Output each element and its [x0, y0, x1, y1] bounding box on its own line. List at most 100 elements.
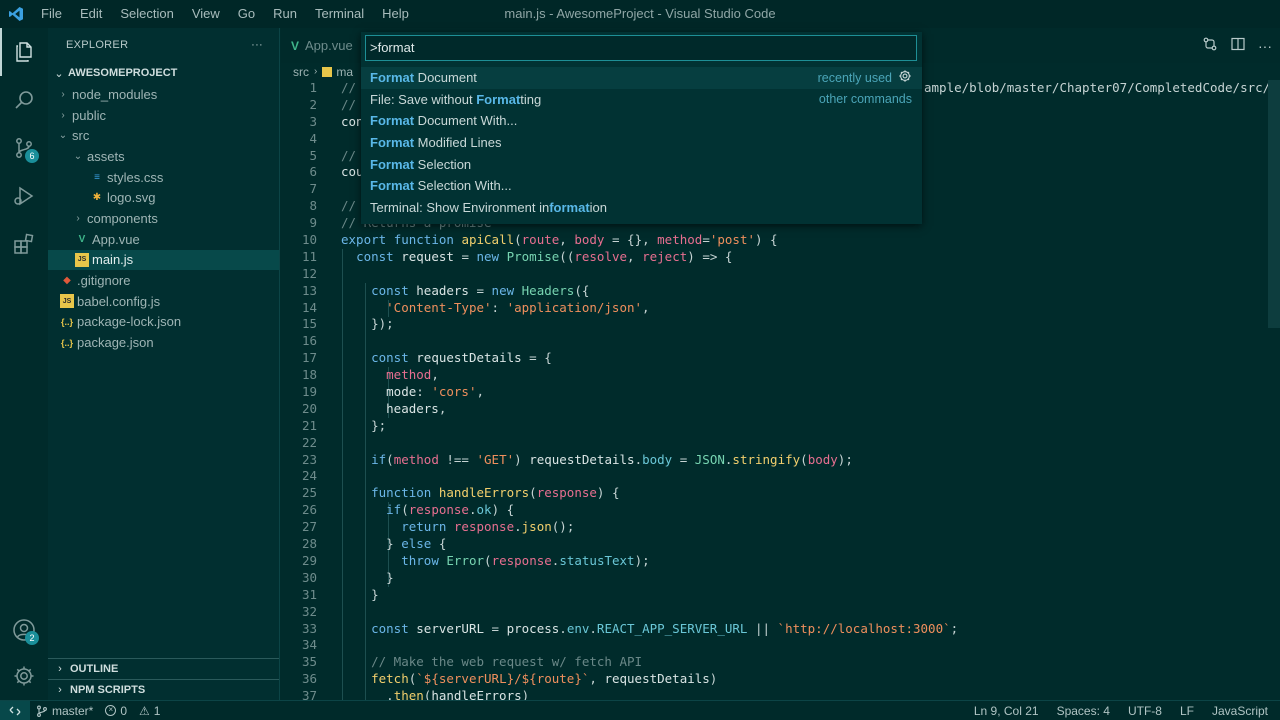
- command-label: Format Selection: [370, 157, 471, 172]
- tab-app-vue[interactable]: V App.vue: [281, 28, 363, 63]
- line-numbers: 1 2 3 4 5 6 7 8 9 10 11 12 13 14 15 16 17 18 19 20 21 22 23 24 2…: [281, 80, 317, 700]
- editor-scrollbar[interactable]: [1268, 80, 1280, 328]
- line-number: 1: [309, 80, 317, 95]
- tree-item-assets[interactable]: ⌄ assets: [48, 146, 279, 167]
- line-number: 17: [301, 350, 317, 366]
- project-section-header[interactable]: ⌄ AWESOMEPROJECT: [48, 62, 279, 84]
- npm-scripts-section[interactable]: › NPM SCRIPTS: [48, 679, 279, 700]
- line-number: 31: [301, 586, 317, 602]
- branch-status[interactable]: master*: [30, 704, 99, 718]
- tree-item-main-js[interactable]: JS main.js: [48, 249, 279, 271]
- command-match: Format: [370, 156, 415, 172]
- menu-help[interactable]: Help: [373, 0, 418, 28]
- git-branch-icon: [37, 705, 47, 717]
- settings-gear-icon[interactable]: [0, 652, 48, 700]
- chevron-right-icon: ›: [314, 66, 318, 77]
- command-item[interactable]: Format Selection: [361, 153, 922, 175]
- error-icon: ×: [105, 705, 117, 716]
- command-rest: Document With...: [414, 113, 518, 129]
- code-line: if(response.ok) {: [386, 502, 515, 518]
- encoding[interactable]: UTF-8: [1128, 704, 1162, 718]
- command-item[interactable]: File: Save without Formatting other comma…: [361, 89, 922, 111]
- tree-item-public[interactable]: › public: [48, 105, 279, 126]
- menu-run[interactable]: Run: [264, 0, 306, 28]
- code-line: const serverURL = process.env.REACT_APP_…: [371, 620, 959, 636]
- git-file-icon: ◆: [63, 275, 71, 287]
- breadcrumb-file[interactable]: ma: [336, 65, 353, 79]
- command-item[interactable]: Format Document With...: [361, 110, 922, 132]
- line-number: 19: [301, 384, 317, 400]
- project-name: AWESOMEPROJECT: [68, 67, 178, 79]
- menu-go[interactable]: Go: [229, 0, 264, 28]
- menu-view[interactable]: View: [183, 0, 229, 28]
- tree-item-babel-config-js[interactable]: JS babel.config.js: [48, 291, 279, 312]
- chevron-right-icon: ›: [61, 88, 65, 100]
- problems-status[interactable]: × 0 ⚠ 1: [99, 704, 166, 718]
- line-number: 32: [301, 603, 317, 619]
- line-number: 36: [301, 671, 317, 687]
- command-label: Format Selection With...: [370, 178, 512, 193]
- tree-item-src[interactable]: ⌄ src: [48, 125, 279, 146]
- code-line: return response.json();: [401, 519, 575, 535]
- end-of-line[interactable]: LF: [1180, 704, 1194, 718]
- search-icon[interactable]: [0, 76, 48, 124]
- tree-item-package-lock-json[interactable]: {..} package-lock.json: [48, 312, 279, 333]
- line-number: 10: [301, 232, 317, 248]
- more-actions-icon[interactable]: ···: [1258, 38, 1272, 54]
- command-rest: Modified Lines: [414, 135, 502, 151]
- tree-item-app-vue[interactable]: V App.vue: [48, 229, 279, 250]
- command-palette-input[interactable]: >format: [365, 35, 917, 61]
- tree-item-components[interactable]: › components: [48, 208, 279, 229]
- command-item[interactable]: Format Selection With...: [361, 175, 922, 197]
- tree-item-styles-css[interactable]: ≡ styles.css: [48, 167, 279, 188]
- cursor-position[interactable]: Ln 9, Col 21: [974, 704, 1039, 718]
- source-control-icon[interactable]: 6: [0, 124, 48, 172]
- explorer-header: EXPLORER ···: [48, 28, 279, 62]
- line-number: 25: [301, 485, 317, 501]
- tree-item-label: styles.css: [107, 169, 164, 185]
- breadcrumb-src[interactable]: src: [293, 65, 309, 79]
- extensions-icon[interactable]: [0, 220, 48, 268]
- indentation[interactable]: Spaces: 4: [1057, 704, 1110, 718]
- tree-item-label: logo.svg: [107, 190, 156, 206]
- json-file-icon: {..}: [60, 316, 73, 327]
- outline-section[interactable]: › OUTLINE: [48, 658, 279, 679]
- line-number: 16: [301, 333, 317, 349]
- command-palette: >format Format Document recently used File…: [361, 32, 922, 224]
- menu-file[interactable]: File: [32, 0, 71, 28]
- run-debug-icon[interactable]: [0, 172, 48, 220]
- line-number: 7: [309, 181, 317, 197]
- tree-item-logo-svg[interactable]: ✱ logo.svg: [48, 187, 279, 208]
- code-line: const requestDetails = {: [371, 350, 552, 366]
- line-number: 27: [301, 519, 317, 535]
- open-changes-icon[interactable]: [1202, 36, 1218, 55]
- command-item[interactable]: Terminal: Show Environment information: [361, 197, 922, 219]
- tree-item-label: package.json: [77, 335, 154, 351]
- explorer-icon[interactable]: [0, 28, 48, 76]
- tree-item-label: assets: [87, 148, 125, 164]
- tree-item-node-modules[interactable]: › node_modules: [48, 84, 279, 105]
- menu-selection[interactable]: Selection: [111, 0, 182, 28]
- tree-item-package-json[interactable]: {..} package.json: [48, 332, 279, 353]
- language-mode[interactable]: JavaScript: [1212, 704, 1268, 718]
- tree-item-label: .gitignore: [77, 273, 131, 289]
- accounts-icon[interactable]: 2: [0, 606, 48, 654]
- menu-edit[interactable]: Edit: [71, 0, 111, 28]
- accounts-badge: 2: [25, 631, 39, 645]
- chevron-right-icon: ›: [58, 684, 62, 696]
- warning-icon: ⚠: [139, 703, 150, 718]
- command-item[interactable]: Format Document recently used: [361, 67, 922, 89]
- command-match: Format: [476, 91, 521, 107]
- line-number: 4: [309, 130, 317, 146]
- remote-icon[interactable]: [0, 700, 30, 720]
- line-number: 6: [309, 164, 317, 180]
- command-tag-text: other commands: [818, 92, 912, 107]
- command-item[interactable]: Format Modified Lines: [361, 132, 922, 154]
- menu-terminal[interactable]: Terminal: [306, 0, 373, 28]
- more-actions-icon[interactable]: ···: [251, 39, 263, 51]
- gear-icon[interactable]: [898, 69, 912, 86]
- split-editor-icon[interactable]: [1230, 36, 1246, 55]
- tree-item--gitignore[interactable]: ◆ .gitignore: [48, 270, 279, 291]
